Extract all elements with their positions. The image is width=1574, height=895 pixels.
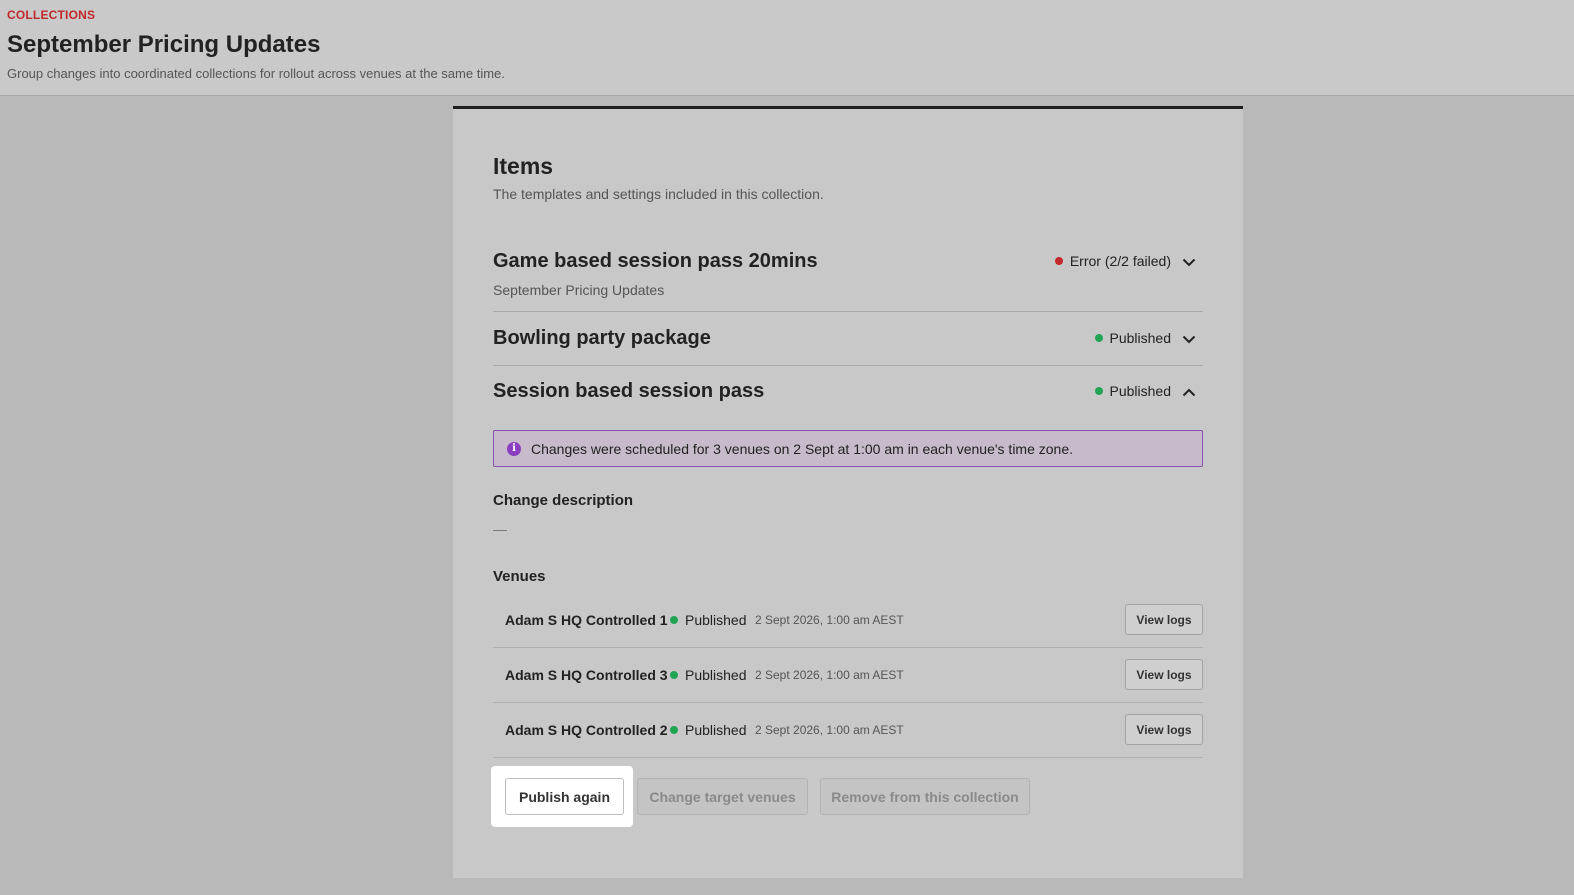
remove-from-collection-button[interactable]: Remove from this collection <box>820 778 1030 815</box>
change-description-value: — <box>493 521 507 537</box>
info-banner-text: Changes were scheduled for 3 venues on 2… <box>531 440 1074 457</box>
venue-row: Adam S HQ Controlled 2 Published 2 Sept … <box>493 703 1203 758</box>
breadcrumb[interactable]: COLLECTIONS <box>7 8 1567 22</box>
status-dot <box>670 616 678 624</box>
venue-status-text: Published <box>685 667 747 683</box>
venue-status-text: Published <box>685 612 747 628</box>
venue-status: Published <box>670 612 747 628</box>
venue-timestamp: 2 Sept 2026, 1:00 am AEST <box>755 723 904 737</box>
view-logs-button[interactable]: View logs <box>1125 659 1203 690</box>
section-title: Items <box>493 153 554 179</box>
venue-timestamp: 2 Sept 2026, 1:00 am AEST <box>755 613 904 627</box>
view-logs-button[interactable]: View logs <box>1125 714 1203 745</box>
status-badge: Published <box>1094 383 1172 399</box>
status-dot <box>1094 334 1103 342</box>
item-title: Bowling party package <box>493 327 711 349</box>
view-logs-button[interactable]: View logs <box>1125 604 1203 635</box>
venue-name: Adam S HQ Controlled 3 <box>505 667 668 683</box>
divider <box>493 311 1203 312</box>
chevron-down-icon[interactable] <box>1181 331 1197 347</box>
venue-status-text: Published <box>685 722 747 738</box>
item-title: Session based session pass <box>493 380 765 402</box>
venue-name: Adam S HQ Controlled 2 <box>505 722 668 738</box>
page-subtitle: Group changes into coordinated collectio… <box>7 66 505 81</box>
status-dot <box>1054 257 1063 265</box>
publish-again-button[interactable]: Publish again <box>505 778 624 815</box>
info-icon: i <box>507 441 521 456</box>
venue-name: Adam S HQ Controlled 1 <box>505 612 668 628</box>
divider <box>493 757 1203 758</box>
status-text: Published <box>1109 330 1172 346</box>
venue-status: Published <box>670 667 747 683</box>
page-header: COLLECTIONS September Pricing Updates Gr… <box>0 0 1574 96</box>
chevron-down-icon[interactable] <box>1181 254 1197 270</box>
status-text: Published <box>1109 383 1172 399</box>
venue-status: Published <box>670 722 747 738</box>
status-dot <box>670 671 678 679</box>
divider <box>493 365 1203 366</box>
venue-row: Adam S HQ Controlled 3 Published 2 Sept … <box>493 648 1203 703</box>
venues-heading: Venues <box>493 568 546 585</box>
page-title: September Pricing Updates <box>7 31 321 58</box>
venue-row: Adam S HQ Controlled 1 Published 2 Sept … <box>493 593 1203 648</box>
venue-timestamp: 2 Sept 2026, 1:00 am AEST <box>755 668 904 682</box>
collection-item[interactable]: Game based session pass 20mins September… <box>493 249 1203 311</box>
status-badge: Published <box>1094 330 1172 346</box>
status-dot <box>670 726 678 734</box>
items-panel: Items The templates and settings include… <box>453 106 1243 878</box>
section-subtitle: The templates and settings included in t… <box>493 186 824 202</box>
status-text: Error (2/2 failed) <box>1069 253 1171 269</box>
collection-item[interactable]: Bowling party package Published <box>493 327 1203 363</box>
change-description-heading: Change description <box>493 492 634 509</box>
info-banner: i Changes were scheduled for 3 venues on… <box>493 430 1203 467</box>
status-dot <box>1094 387 1103 395</box>
change-target-venues-button[interactable]: Change target venues <box>637 778 808 815</box>
collection-item[interactable]: Session based session pass Published <box>493 380 1203 416</box>
status-badge: Error (2/2 failed) <box>1054 253 1171 269</box>
item-title: Game based session pass 20mins <box>493 250 818 272</box>
chevron-up-icon[interactable] <box>1181 384 1197 400</box>
item-subtitle: September Pricing Updates <box>493 282 665 298</box>
